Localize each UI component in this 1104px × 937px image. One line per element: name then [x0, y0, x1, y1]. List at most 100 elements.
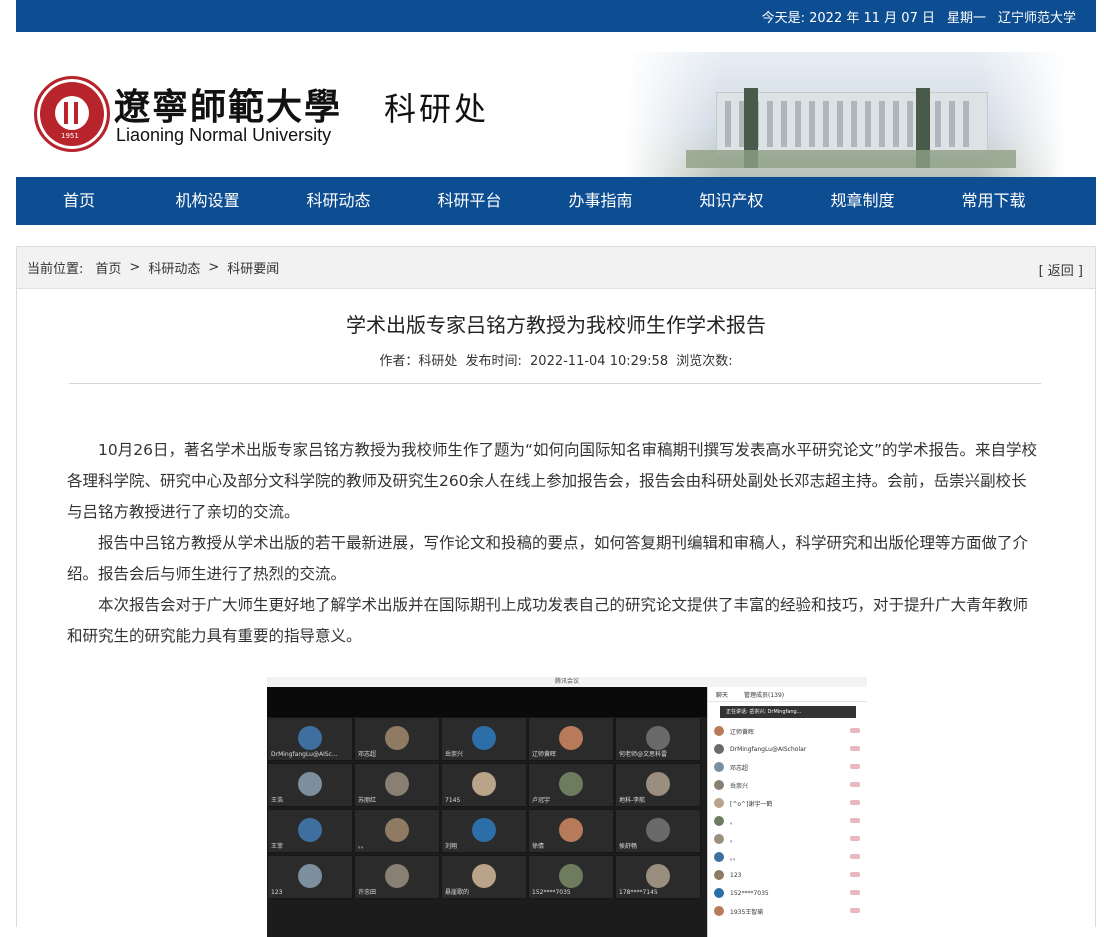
- member-panel: 聊天 管理成员(139) 正在讲话: 岳崇兴; DrMingfang... 辽师…: [707, 687, 867, 937]
- breadcrumb-research-news[interactable]: 科研动态: [148, 258, 200, 277]
- video-tile: 。。: [354, 809, 440, 853]
- member-row: 123: [708, 866, 867, 884]
- video-tile: 许忠田: [354, 855, 440, 899]
- participant-name: 王菲: [271, 843, 284, 850]
- participant-name: 王浩: [271, 797, 284, 804]
- meeting-toolbar: [267, 687, 707, 717]
- participant-name: 卢冠宇: [532, 797, 551, 804]
- nav-item-research-platform[interactable]: 科研平台: [404, 177, 535, 225]
- participant-name: 徐倩: [532, 843, 545, 850]
- site-banner: 1951 遼寧師範大學 Liaoning Normal University 科…: [16, 32, 1096, 177]
- nav-item-downloads[interactable]: 常用下载: [928, 177, 1059, 225]
- participant-name: 刘翔: [445, 843, 458, 850]
- article-paragraph: 10月26日，著名学术出版专家吕铭方教授为我校师生作了题为“如何向国际知名审稿期…: [67, 441, 1038, 521]
- breadcrumb-separator: >: [208, 260, 220, 275]
- video-tile: 邓志超: [354, 717, 440, 761]
- participant-avatar-icon: [646, 772, 670, 796]
- breadcrumb-separator: >: [129, 260, 141, 275]
- breadcrumb-current[interactable]: 科研要闻: [227, 258, 279, 277]
- mic-icon: [850, 818, 860, 823]
- member-avatar-icon: [714, 726, 724, 736]
- mic-icon: [850, 764, 860, 769]
- participant-avatar-icon: [559, 772, 583, 796]
- member-name: 辽师黄晖: [730, 728, 755, 736]
- participant-avatar-icon: [472, 818, 496, 842]
- member-avatar-icon: [714, 762, 724, 772]
- member-avatar-icon: [714, 852, 724, 862]
- nav-item-guide[interactable]: 办事指南: [535, 177, 666, 225]
- mic-icon: [850, 872, 860, 877]
- video-tile: 7145: [441, 763, 527, 807]
- member-avatar-icon: [714, 834, 724, 844]
- member-row: 岳崇兴: [708, 776, 867, 794]
- video-tile: 152****7035: [528, 855, 614, 899]
- participant-name: 何老师@文思科雷: [619, 751, 668, 758]
- nav-item-home[interactable]: 首页: [16, 177, 142, 225]
- article-paragraph: 本次报告会对于广大师生更好地了解学术出版并在国际期刊上成功发表自己的研究论文提供…: [67, 596, 1029, 645]
- university-link[interactable]: 辽宁师范大学: [998, 7, 1076, 26]
- article-meta: 作者：科研处 发布时间: 2022-11-04 10:29:58 浏览次数:: [17, 350, 1095, 369]
- university-seal-icon[interactable]: 1951: [34, 76, 110, 152]
- video-tile: 卢冠宇: [528, 763, 614, 807]
- member-row: 。: [708, 812, 867, 830]
- member-avatar-icon: [714, 798, 724, 808]
- participant-avatar-icon: [385, 726, 409, 750]
- breadcrumb-home[interactable]: 首页: [95, 258, 121, 277]
- participant-avatar-icon: [646, 726, 670, 750]
- mic-icon: [850, 854, 860, 859]
- nav-item-organization[interactable]: 机构设置: [142, 177, 273, 225]
- participant-avatar-icon: [298, 772, 322, 796]
- member-row: 1935王智瑜: [708, 902, 867, 920]
- video-tile: 123: [267, 855, 353, 899]
- member-row: 152****7035: [708, 884, 867, 902]
- mic-icon: [850, 890, 860, 895]
- university-name-cn[interactable]: 遼寧師範大學: [114, 78, 342, 130]
- nav-item-research-news[interactable]: 科研动态: [273, 177, 404, 225]
- participant-name: 152****7035: [532, 889, 571, 896]
- author-label: 作者：科研处: [379, 354, 458, 369]
- participant-avatar-icon: [298, 864, 322, 888]
- participant-avatar-icon: [559, 818, 583, 842]
- participant-avatar-icon: [559, 864, 583, 888]
- participant-name: 邓志超: [358, 751, 377, 758]
- member-avatar-icon: [714, 816, 724, 826]
- participant-avatar-icon: [385, 818, 409, 842]
- member-name: 。。: [730, 854, 740, 862]
- member-row: 辽师黄晖: [708, 722, 867, 740]
- breadcrumb-lead: 当前位置:: [27, 262, 84, 277]
- video-tile: 徐倩: [528, 809, 614, 853]
- member-row: 。。: [708, 848, 867, 866]
- member-name: DrMingfangLu@AIScholar: [730, 745, 807, 753]
- member-name: 152****7035: [730, 889, 769, 897]
- member-name: 邓志超: [730, 764, 749, 772]
- main-nav: 首页 机构设置 科研动态 科研平台 办事指南 知识产权 规章制度 常用下载: [16, 177, 1096, 225]
- mic-icon: [850, 908, 860, 913]
- participant-name: 悬崖歌的: [445, 889, 470, 896]
- video-tile: 地科-李航: [615, 763, 701, 807]
- participant-avatar-icon: [646, 818, 670, 842]
- back-link[interactable]: [ 返回 ]: [1039, 260, 1083, 279]
- participant-name: 岳崇兴: [445, 751, 464, 758]
- member-name: 。: [730, 836, 737, 844]
- meeting-screenshot: 腾讯会议 DrMingfangLu@AISc... 邓志超 岳崇兴 辽师黄晖 何老师@文…: [267, 677, 867, 937]
- seal-monogram: [55, 96, 89, 130]
- participant-avatar-icon: [298, 818, 322, 842]
- member-name: 岳崇兴: [730, 782, 749, 790]
- participant-avatar-icon: [472, 864, 496, 888]
- lawn-graphic: [686, 150, 1016, 168]
- participant-name: 侯舒畅: [619, 843, 638, 850]
- article-paragraph: 报告中吕铭方教授从学术出版的若干最新进展，写作论文和投稿的要点，如何答复期刊编辑…: [67, 534, 1029, 583]
- video-tile: 王菲: [267, 809, 353, 853]
- views-label: 浏览次数:: [676, 354, 733, 369]
- department-name: 科研处: [384, 90, 490, 128]
- member-list: 辽师黄晖 DrMingfangLu@AIScholar 邓志超 岳崇兴 [^o^]谢宇一…: [708, 722, 867, 920]
- nav-item-regulations[interactable]: 规章制度: [797, 177, 928, 225]
- publish-label: 发布时间:: [465, 354, 522, 369]
- participant-name: 123: [271, 889, 283, 896]
- participant-name: 178****7145: [619, 889, 658, 896]
- participant-avatar-icon: [472, 726, 496, 750]
- content-box: 当前位置: 首页 > 科研动态 > 科研要闻 [ 返回 ] 学术出版专家吕铭方教…: [16, 246, 1096, 937]
- breadcrumb: 当前位置: 首页 > 科研动态 > 科研要闻 [ 返回 ]: [17, 247, 1095, 289]
- nav-item-ip[interactable]: 知识产权: [666, 177, 797, 225]
- mic-icon: [850, 800, 860, 805]
